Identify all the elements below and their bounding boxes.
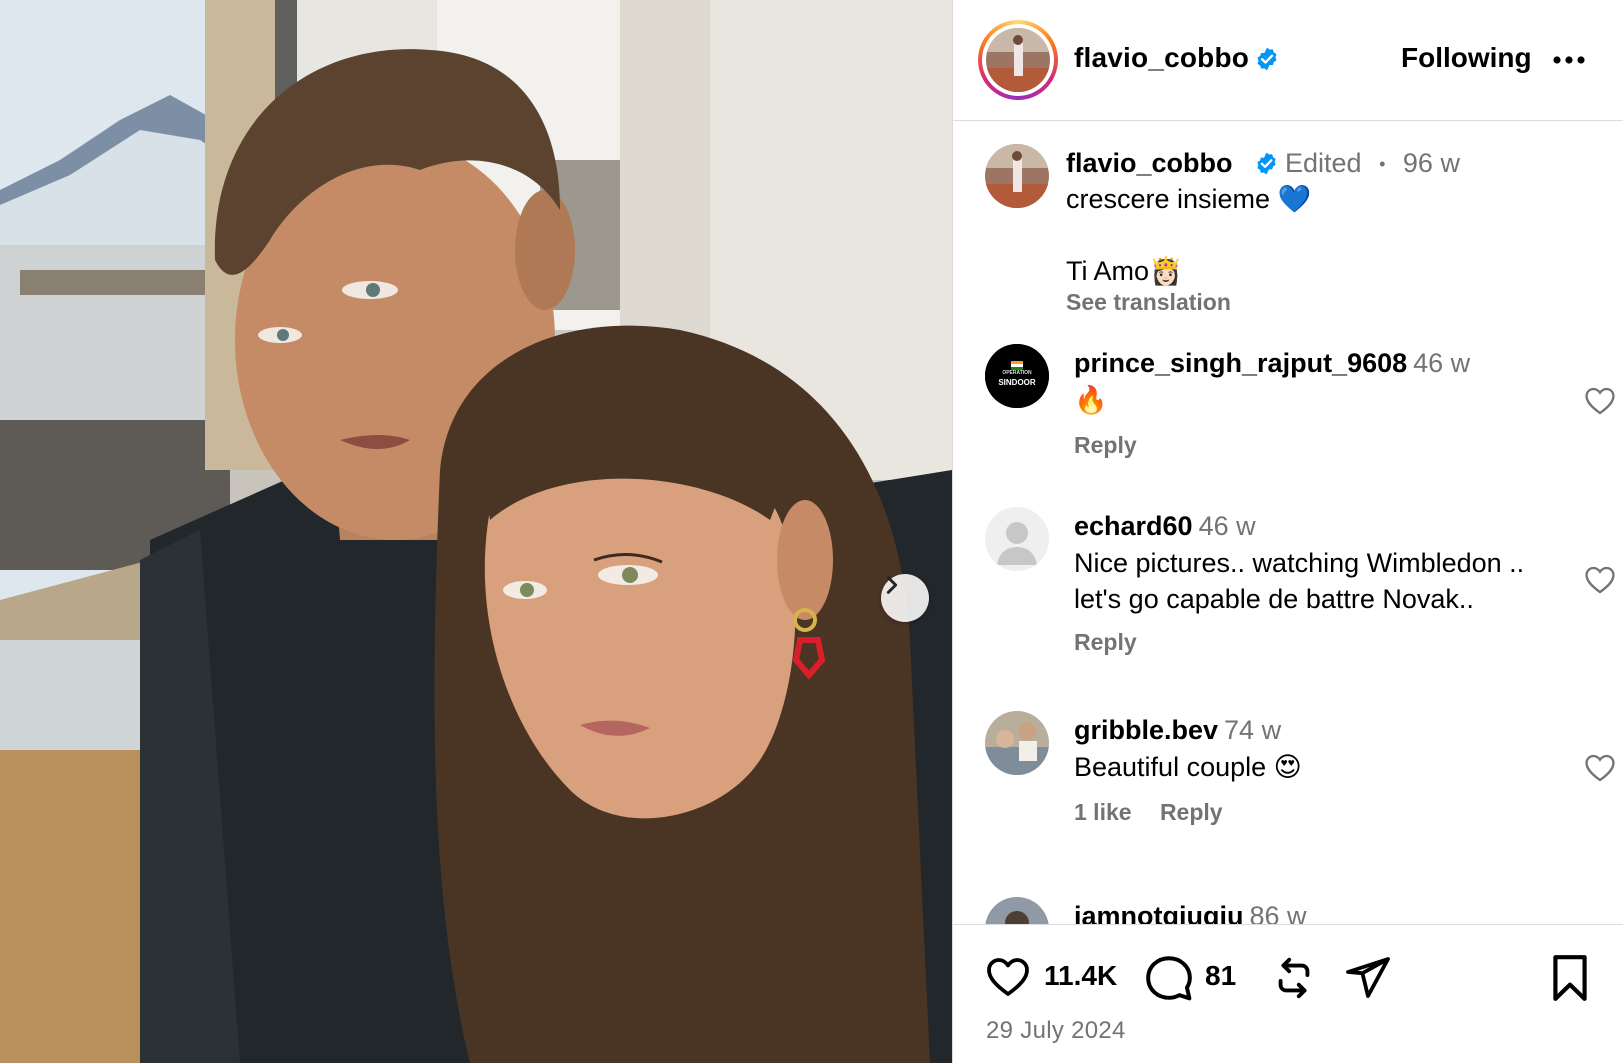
- comment-username[interactable]: prince_singh_rajput_9608 46 w: [1074, 348, 1470, 379]
- post-photo[interactable]: [0, 0, 952, 1063]
- bookmark-icon[interactable]: [1549, 953, 1591, 1003]
- comment-age: 86 w: [1249, 901, 1307, 924]
- comment-username-text[interactable]: iamnotgiugiu: [1074, 901, 1243, 924]
- commenter-avatar[interactable]: [985, 711, 1049, 775]
- caption-age: 96 w: [1402, 148, 1460, 178]
- comment-likes[interactable]: 1 like: [1074, 799, 1132, 825]
- caption-text-line2: Ti Amo👸🏻: [1066, 256, 1183, 286]
- edited-label: Edited: [1285, 148, 1362, 178]
- verified-badge-icon: [1254, 46, 1280, 77]
- comments-count[interactable]: 81: [1205, 960, 1236, 992]
- reply-button[interactable]: Reply: [1074, 629, 1137, 655]
- author-avatar-image: [986, 28, 1050, 92]
- comment-text: Nice pictures.. watching Wimbledon .. le…: [1074, 548, 1525, 614]
- avatar-subtext: OPERATION: [1002, 370, 1032, 376]
- caption-username[interactable]: flavio_cobbo: [1066, 148, 1233, 179]
- likes-count[interactable]: 11.4K: [1044, 960, 1117, 992]
- comment-text: 🔥: [1074, 385, 1108, 415]
- more-options-button[interactable]: [1551, 42, 1587, 78]
- following-button[interactable]: Following: [1401, 42, 1532, 74]
- comment-username[interactable]: iamnotgiugiu 86 w: [1074, 901, 1307, 924]
- comment-text: Beautiful couple 😍: [1074, 752, 1302, 782]
- avatar-text: SINDOOR: [998, 378, 1036, 387]
- reply-button[interactable]: Reply: [1160, 799, 1223, 825]
- chevron-right-icon: [886, 576, 898, 594]
- comment-username[interactable]: echard60 46 w: [1074, 511, 1256, 542]
- reply-button[interactable]: Reply: [1074, 432, 1137, 458]
- comment-age: 74 w: [1224, 715, 1282, 745]
- comment-actions: Reply: [1074, 432, 1159, 459]
- comment-username[interactable]: gribble.bev 74 w: [1074, 715, 1281, 746]
- caption-meta: Edited • 96 w: [1285, 148, 1460, 179]
- heart-icon[interactable]: [1583, 563, 1617, 597]
- heart-icon[interactable]: [1583, 384, 1617, 418]
- see-translation-link[interactable]: See translation: [1066, 289, 1231, 316]
- comment-username-text[interactable]: prince_singh_rajput_9608: [1074, 348, 1407, 378]
- comment-icon[interactable]: [1144, 953, 1194, 1003]
- verified-badge-icon: [1254, 151, 1279, 181]
- comment-actions: 1 like Reply: [1074, 799, 1245, 826]
- author-username[interactable]: flavio_cobbo: [1074, 42, 1249, 74]
- comments-list[interactable]: flavio_cobbo Edited • 96 w crescere insi…: [953, 122, 1623, 924]
- caption-author-avatar[interactable]: [985, 144, 1049, 208]
- send-icon[interactable]: [1344, 953, 1392, 1001]
- post-details-panel: flavio_cobbo Following flavio_cobbo Edit…: [952, 0, 1623, 1063]
- caption-avatar-image: [985, 144, 1049, 208]
- next-photo-button[interactable]: [881, 574, 929, 622]
- comment-actions: Reply: [1074, 629, 1159, 656]
- default-avatar-icon: [985, 507, 1049, 571]
- caption-text-line1: crescere insieme 💙: [1066, 184, 1312, 214]
- heart-icon[interactable]: [1583, 751, 1617, 785]
- author-avatar[interactable]: [978, 20, 1058, 100]
- photo-illustration: [0, 0, 952, 1063]
- post-action-bar: 11.4K 81 29 July 2024: [953, 924, 1623, 1063]
- post-date[interactable]: 29 July 2024: [986, 1017, 1126, 1045]
- comment-age: 46 w: [1198, 511, 1256, 541]
- comment-age: 46 w: [1413, 348, 1471, 378]
- heart-icon[interactable]: [983, 953, 1033, 1001]
- comment-username-text[interactable]: echard60: [1074, 511, 1193, 541]
- comment-username-text[interactable]: gribble.bev: [1074, 715, 1218, 745]
- more-horizontal-icon: [1553, 56, 1585, 64]
- repost-icon[interactable]: [1271, 953, 1317, 1003]
- commenter-avatar[interactable]: [985, 897, 1049, 924]
- commenter-avatar[interactable]: [985, 507, 1049, 571]
- post-header: flavio_cobbo Following: [953, 0, 1623, 121]
- commenter-avatar[interactable]: OPERATION SINDOOR: [985, 344, 1049, 408]
- meta-separator: •: [1379, 154, 1386, 175]
